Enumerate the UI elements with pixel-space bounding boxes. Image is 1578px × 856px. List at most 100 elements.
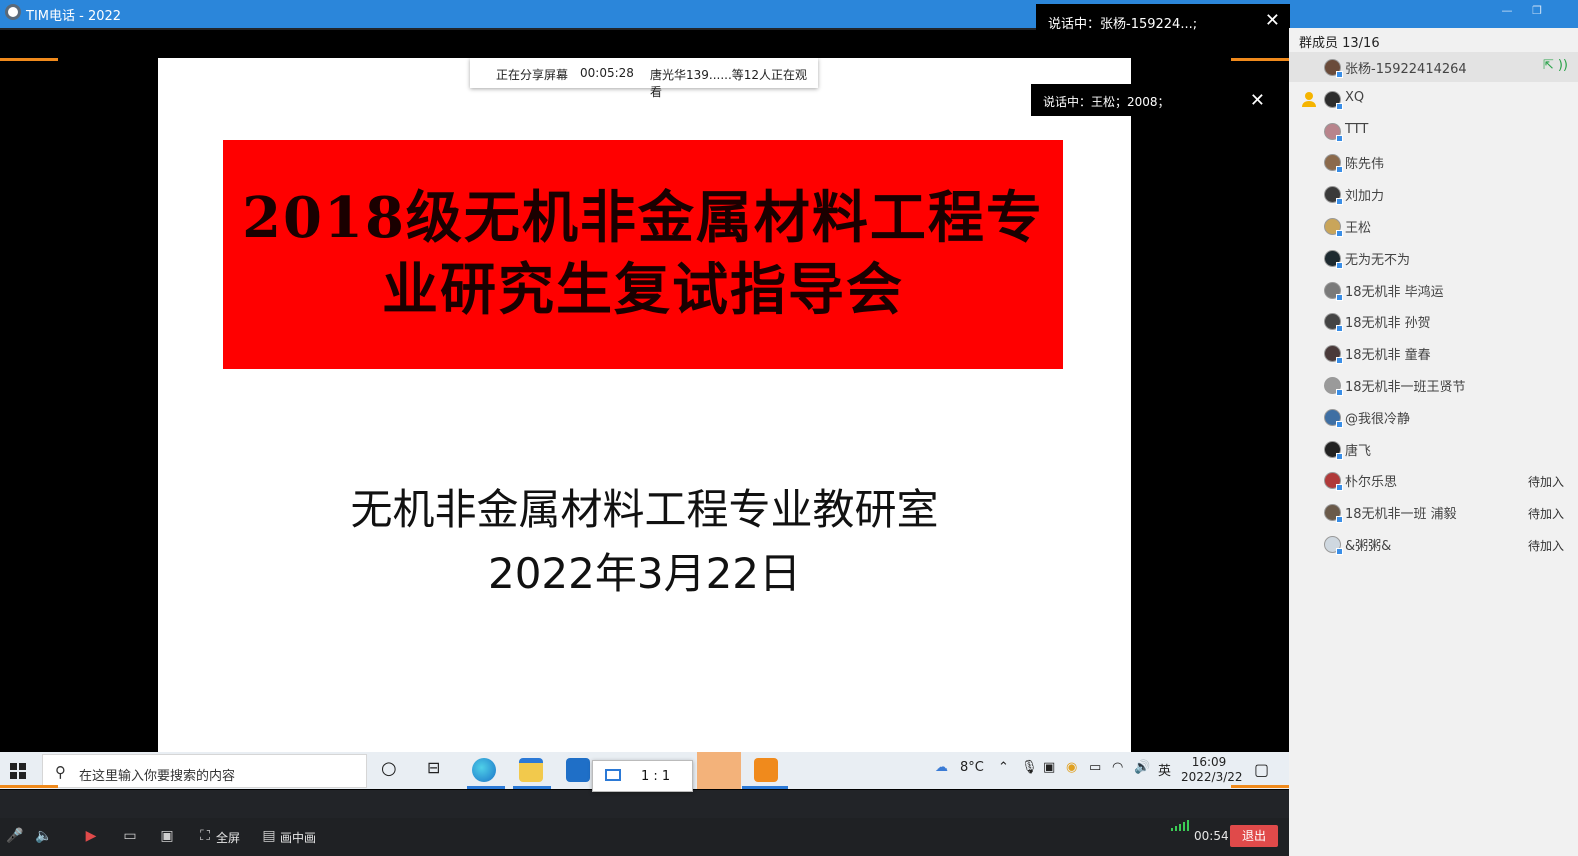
taskbar-clock[interactable]: 16:09 2022/3/22 <box>1181 755 1243 785</box>
member-name: XQ <box>1345 89 1365 105</box>
member-row[interactable]: 唐飞 <box>1289 434 1578 464</box>
fullscreen-icon[interactable]: ⛶ <box>196 828 214 846</box>
share-screen-icon[interactable]: ▭ <box>121 828 139 846</box>
device-badge-icon <box>1336 389 1343 396</box>
tim-taskbar-icon[interactable] <box>697 752 741 789</box>
avatar <box>1324 472 1343 492</box>
qq-icon[interactable]: ◉ <box>1066 760 1077 775</box>
member-row[interactable]: 18无机非 孙贺 <box>1289 306 1578 336</box>
device-badge-icon <box>1336 71 1343 78</box>
pending-status: 待加入 <box>1527 507 1564 522</box>
pip-icon[interactable]: ▤ <box>260 828 278 846</box>
member-row[interactable]: XQ <box>1289 84 1578 114</box>
member-name: 王松 <box>1345 221 1372 236</box>
minimize-icon[interactable]: — <box>1500 4 1514 18</box>
cortana-icon[interactable]: ○ <box>381 758 397 779</box>
avatar <box>1324 154 1343 174</box>
wifi-icon[interactable]: ◠ <box>1112 760 1123 775</box>
clock-date: 2022/3/22 <box>1181 770 1243 784</box>
pending-status: 待加入 <box>1527 539 1564 553</box>
slide-title-line1: 2018级无机非金属材料工程专 <box>242 185 1044 251</box>
avatar <box>1324 59 1343 78</box>
member-name: 18无机非一班王贤节 <box>1345 380 1466 395</box>
notification-icon[interactable]: ▢ <box>1254 760 1269 779</box>
member-row[interactable]: @我很冷静 <box>1289 402 1578 432</box>
camera-off-icon[interactable]: ▶ <box>82 828 100 846</box>
aspect-ratio-popup[interactable]: 1 : 1 <box>592 760 693 792</box>
presentation-slide: 正在分享屏幕 00:05:28 唐光华139......等12人正在观看 201… <box>158 58 1131 752</box>
member-name: 无为无不为 <box>1345 252 1411 268</box>
fullscreen-button[interactable]: 全屏 <box>216 829 240 846</box>
corner-marker <box>1231 785 1289 788</box>
member-row[interactable]: &粥粥& 待加入 <box>1289 529 1578 559</box>
mail-icon[interactable] <box>566 758 590 782</box>
member-row[interactable]: 陈先伟 <box>1289 147 1578 177</box>
whiteboard-icon[interactable]: ▣ <box>158 828 176 846</box>
device-badge-icon <box>1336 516 1343 524</box>
weather-temp[interactable]: 8°C <box>960 760 984 775</box>
share-status: 正在分享屏幕 <box>496 68 569 82</box>
speaking-text: 说话中：张杨-159224...; <box>1048 17 1198 32</box>
pip-button[interactable]: 画中画 <box>280 829 316 846</box>
device-badge-icon <box>1336 230 1343 237</box>
slide-date: 2022年3月22日 <box>487 549 802 598</box>
avatar <box>1324 345 1343 365</box>
window-icon <box>605 769 621 781</box>
member-row[interactable]: 18无机非一班王贤节 <box>1289 370 1578 400</box>
member-row[interactable]: TTT <box>1289 116 1578 146</box>
host-icon <box>1301 91 1317 107</box>
close-icon[interactable]: ✕ <box>1265 10 1280 31</box>
avatar <box>1324 186 1343 206</box>
close-icon[interactable]: ✕ <box>1250 90 1265 111</box>
member-name: TTT <box>1345 121 1369 137</box>
microphone-icon[interactable]: 🎙 <box>1021 760 1038 775</box>
ratio-label: 1 : 1 <box>641 769 671 784</box>
call-duration: 00:54 <box>1194 829 1229 843</box>
member-name: 18无机非一班 浦毅 <box>1345 507 1457 523</box>
member-name: &粥粥& <box>1345 539 1392 554</box>
avatar <box>1324 218 1343 237</box>
device-badge-icon <box>1336 166 1343 174</box>
device-badge-icon <box>1336 548 1343 555</box>
member-row[interactable]: 18无机非 毕鸿运 <box>1289 275 1578 305</box>
member-row[interactable]: 18无机非 童春 <box>1289 338 1578 368</box>
search-placeholder: 在这里输入你要搜索的内容 <box>79 769 236 784</box>
screen-icon[interactable]: ▣ <box>1043 760 1055 775</box>
windows-start-icon[interactable] <box>10 763 26 779</box>
edge-browser-icon[interactable] <box>472 758 496 782</box>
member-count-header: 群成员 13/16 <box>1299 36 1380 51</box>
member-row[interactable]: 朴尔乐思 待加入 <box>1289 465 1578 495</box>
task-view-icon[interactable]: ⊟ <box>427 758 440 777</box>
tray-expand-icon[interactable]: ⌃ <box>998 760 1009 775</box>
member-name: 18无机非 毕鸿运 <box>1345 284 1444 300</box>
speaking-text: 说话中：王松；2008； <box>1043 95 1170 109</box>
ime-indicator[interactable]: 英 <box>1158 760 1171 779</box>
member-row[interactable]: 18无机非一班 浦毅 待加入 <box>1289 497 1578 527</box>
corner-marker <box>0 58 58 61</box>
member-row[interactable]: 无为无不为 <box>1289 243 1578 273</box>
member-row[interactable]: 张杨-15922414264 ⇱ )) <box>1289 52 1578 82</box>
member-row[interactable]: 王松 <box>1289 211 1578 241</box>
tim-app-icon <box>5 4 21 20</box>
mic-muted-icon[interactable]: 🎤 <box>6 828 24 846</box>
member-name: 朴尔乐思 <box>1345 475 1398 491</box>
avatar <box>1324 536 1343 555</box>
member-row[interactable]: 刘加力 <box>1289 179 1578 209</box>
restore-icon[interactable]: ❐ <box>1530 4 1544 18</box>
avatar <box>1324 90 1343 110</box>
speaking-indicator: 说话中：张杨-159224...; ✕ <box>1036 4 1290 38</box>
media-player-icon[interactable] <box>754 758 778 782</box>
call-control-bar: 🎤 🔈 ▶ ▭ ▣ ⛶ 全屏 ▤ 画中画 00:54 退出 <box>0 818 1289 856</box>
taskbar-search-input[interactable]: ⚲ 在这里输入你要搜索的内容 <box>42 754 367 788</box>
slide-title-line2: 业研究生复试指导会 <box>382 257 904 323</box>
volume-icon[interactable]: 🔊 <box>1134 760 1150 775</box>
speaker-icon[interactable]: 🔈 <box>35 828 53 846</box>
member-name: 18无机非 童春 <box>1345 348 1431 364</box>
active-indicator <box>742 786 788 789</box>
speaking-indicator-shared: 说话中：王松；2008； ✕ <box>1031 84 1281 116</box>
battery-icon[interactable]: ▭ <box>1089 760 1101 775</box>
exit-button[interactable]: 退出 <box>1230 825 1278 847</box>
device-badge-icon <box>1336 293 1343 301</box>
file-explorer-icon[interactable] <box>519 758 543 782</box>
device-badge-icon <box>1336 325 1343 333</box>
